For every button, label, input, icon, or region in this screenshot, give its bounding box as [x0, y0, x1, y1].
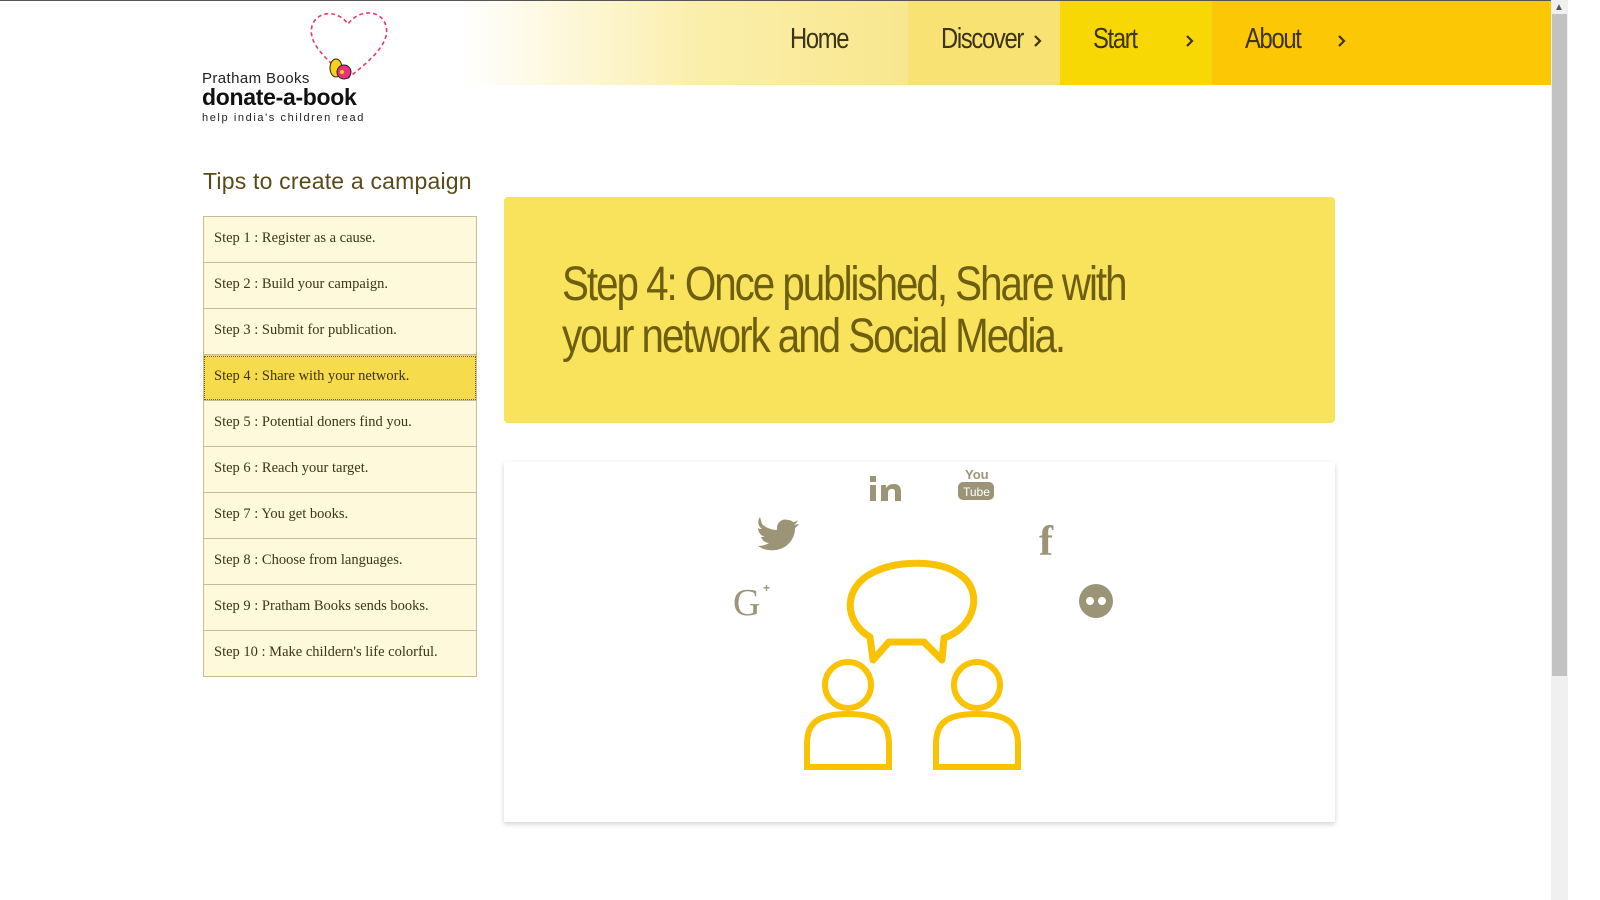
google-plus-icon: G + [733, 581, 770, 624]
step-item-10[interactable]: Step 10 : Make childern's life colorful. [203, 631, 477, 677]
chevron-right-icon [1034, 35, 1042, 47]
heart-butterfly-icon [310, 12, 388, 80]
nav-discover[interactable]: Discover [908, 1, 1060, 85]
step-item-3[interactable]: Step 3 : Submit for publication. [203, 309, 477, 355]
logo-name: donate-a-book [202, 84, 357, 110]
twitter-icon [758, 517, 799, 551]
svg-text:You: You [965, 467, 989, 482]
linkedin-icon [870, 476, 901, 501]
flickr-icon [1079, 584, 1113, 618]
step-item-1[interactable]: Step 1 : Register as a cause. [203, 216, 477, 263]
speech-bubble-icon [846, 559, 978, 664]
nav-home[interactable]: Home [760, 1, 908, 85]
nav-about-label: About [1245, 23, 1302, 55]
svg-text:Tube: Tube [963, 485, 990, 499]
svg-text:+: + [763, 581, 770, 595]
nav-discover-label: Discover [941, 23, 1024, 55]
step-item-4-active[interactable]: Step 4 : Share with your network. [203, 355, 477, 401]
step-item-7[interactable]: Step 7 : You get books. [203, 493, 477, 539]
steps-list: Step 1 : Register as a cause. Step 2 : B… [203, 216, 477, 677]
facebook-icon: f [1039, 519, 1054, 565]
vertical-scrollbar[interactable]: ▲ [1551, 0, 1568, 900]
step-item-5[interactable]: Step 5 : Potential doners find you. [203, 401, 477, 447]
person-icon [933, 659, 1021, 770]
step-heading-card: Step 4: Once published, Share with your … [504, 197, 1335, 423]
svg-text:f: f [1039, 519, 1054, 565]
scroll-up-arrow-icon[interactable]: ▲ [1554, 2, 1564, 13]
social-share-illustration: You Tube f G + [504, 462, 1335, 822]
step-item-6[interactable]: Step 6 : Reach your target. [203, 447, 477, 493]
person-icon [804, 659, 892, 770]
sidebar-title: Tips to create a campaign [203, 168, 472, 194]
nav-about[interactable]: About [1212, 1, 1551, 85]
site-logo[interactable]: Pratham Books donate-a-book help india's… [202, 6, 402, 128]
nav-start-label: Start [1093, 23, 1138, 55]
step-item-2[interactable]: Step 2 : Build your campaign. [203, 263, 477, 309]
youtube-icon: You Tube [958, 467, 994, 500]
nav-start[interactable]: Start [1060, 1, 1212, 85]
nav-home-label: Home [790, 23, 850, 55]
svg-text:G: G [733, 582, 760, 624]
chevron-right-icon [1186, 35, 1194, 47]
scrollbar-thumb[interactable] [1552, 14, 1567, 676]
step-item-9[interactable]: Step 9 : Pratham Books sends books. [203, 585, 477, 631]
chevron-right-icon [1338, 35, 1346, 47]
logo-tagline: help india's children read [202, 112, 365, 124]
step-item-8[interactable]: Step 8 : Choose from languages. [203, 539, 477, 585]
step-heading: Step 4: Once published, Share with your … [562, 258, 1128, 363]
